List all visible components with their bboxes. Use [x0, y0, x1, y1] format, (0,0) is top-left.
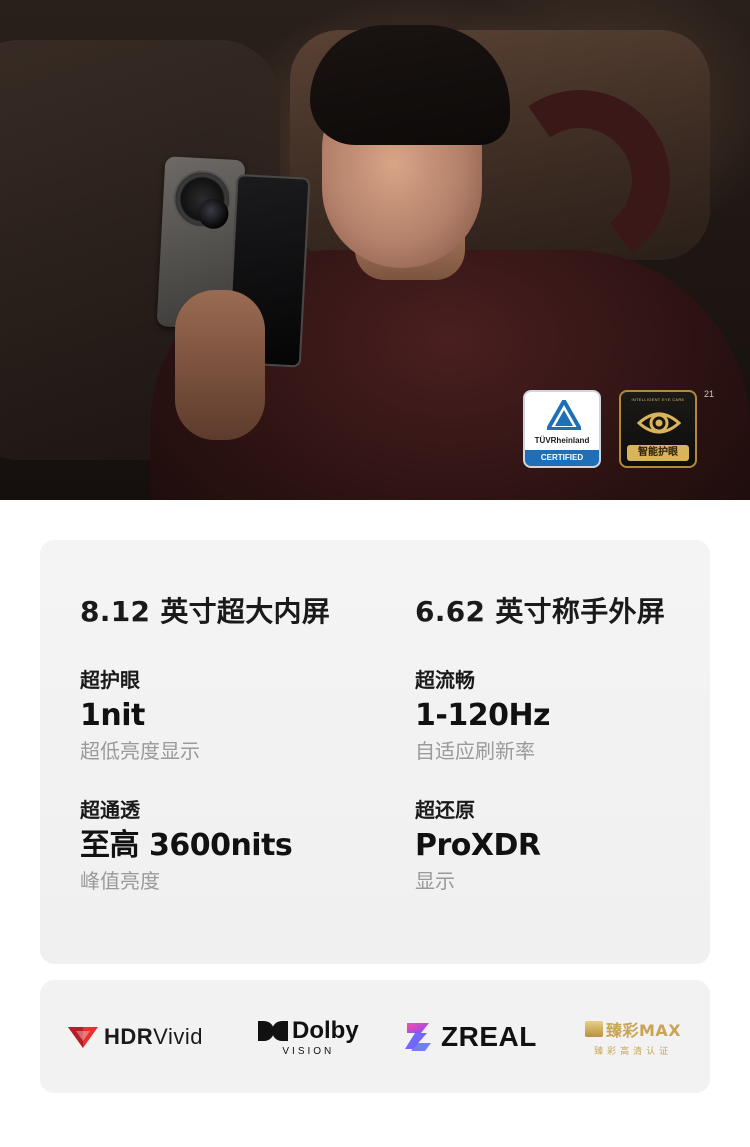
zhencai-max-logo: 臻彩MAX 臻彩高清认证: [585, 980, 681, 1093]
person-hair: [310, 25, 510, 145]
zhencai-max-wrap: 臻彩MAX 臻彩高清认证: [585, 1017, 681, 1057]
inner-screen-column: 8.12 英寸超大内屏 超护眼 1nit 超低亮度显示 超通透 至高 3600n…: [80, 594, 370, 894]
spec-value: ProXDR: [415, 828, 541, 863]
dolby-top: Dolby: [258, 1017, 359, 1045]
zhencai-max-text: 臻彩MAX: [606, 1020, 682, 1040]
dolby-vision-logo: Dolby VISION: [258, 980, 359, 1093]
spec-note: 峰值亮度: [80, 869, 160, 893]
spec-group-refresh-rate: 超流畅 1-120Hz 自适应刷新率: [415, 668, 705, 764]
eye-icon: [637, 412, 681, 434]
inner-screen-title: 8.12 英寸超大内屏: [80, 595, 331, 628]
tuv-certified-label: CERTIFIED: [525, 450, 599, 466]
spec-value: 至高 3600nits: [80, 828, 293, 863]
spec-note: 显示: [415, 869, 455, 893]
zhencai-max-subtext: 臻彩高清认证: [594, 1046, 673, 1057]
zreal-text: ZREAL: [441, 1020, 537, 1052]
hdr-vivid-icon: [68, 1026, 98, 1048]
spec-group-brightness: 超通透 至高 3600nits 峰值亮度: [80, 798, 370, 894]
spec-group-eye-care: 超护眼 1nit 超低亮度显示: [80, 668, 370, 764]
spec-label: 超护眼: [80, 668, 140, 692]
footnote-mark: 21: [704, 389, 715, 399]
hero-photo: TÜVRheinland CERTIFIED INTELLIGENT EYE C…: [0, 0, 750, 500]
zreal-icon: [405, 1022, 431, 1051]
spec-label: 超流畅: [415, 668, 475, 692]
eye-care-top-text: INTELLIGENT EYE CARE: [631, 397, 685, 402]
dolby-double-d-icon: [258, 1020, 288, 1041]
hdr-vivid-text: HDRVivid: [104, 1024, 203, 1050]
spec-label: 超通透: [80, 798, 140, 822]
dolby-vision-wrap: Dolby VISION: [258, 1017, 359, 1057]
spec-note: 自适应刷新率: [415, 739, 535, 763]
outer-screen-column: 6.62 英寸称手外屏 超流畅 1-120Hz 自适应刷新率 超还原 ProXD…: [415, 594, 705, 894]
spec-value: 1nit: [80, 698, 145, 733]
hdr-vivid-logo: HDRVivid: [68, 980, 203, 1093]
tuv-name: TÜVRheinland: [534, 436, 590, 445]
spec-label: 超还原: [415, 798, 475, 822]
eye-care-label: 智能护眼: [627, 445, 689, 461]
zreal-logo: ZREAL: [403, 980, 537, 1093]
display-spec-card: 8.12 英寸超大内屏 超护眼 1nit 超低亮度显示 超通透 至高 3600n…: [40, 540, 710, 964]
outer-screen-title: 6.62 英寸称手外屏: [415, 595, 666, 628]
zhencai-max-top: 臻彩MAX: [585, 1017, 681, 1041]
dolby-vision-subtext: VISION: [282, 1045, 335, 1057]
hdr-text-light: Vivid: [153, 1023, 203, 1049]
hdr-text-bold: HDR: [104, 1023, 154, 1049]
camera-module-icon: [171, 168, 233, 230]
camera-lens: [197, 198, 230, 230]
spec-note: 超低亮度显示: [80, 739, 200, 763]
spec-group-color: 超还原 ProXDR 显示: [415, 798, 705, 894]
tuv-triangle-icon: [547, 400, 581, 430]
spec-value: 1-120Hz: [415, 698, 551, 733]
dolby-text: Dolby: [292, 1016, 359, 1044]
tuv-rheinland-badge: TÜVRheinland CERTIFIED: [523, 390, 601, 468]
person-hand: [175, 290, 265, 440]
eye-care-badge: INTELLIGENT EYE CARE 智能护眼: [619, 390, 697, 468]
certification-logo-strip: HDRVivid Dolby VISION ZREAL 臻彩MAX 臻彩高清认证: [40, 980, 710, 1093]
zhencai-mark-icon: [585, 1020, 603, 1037]
